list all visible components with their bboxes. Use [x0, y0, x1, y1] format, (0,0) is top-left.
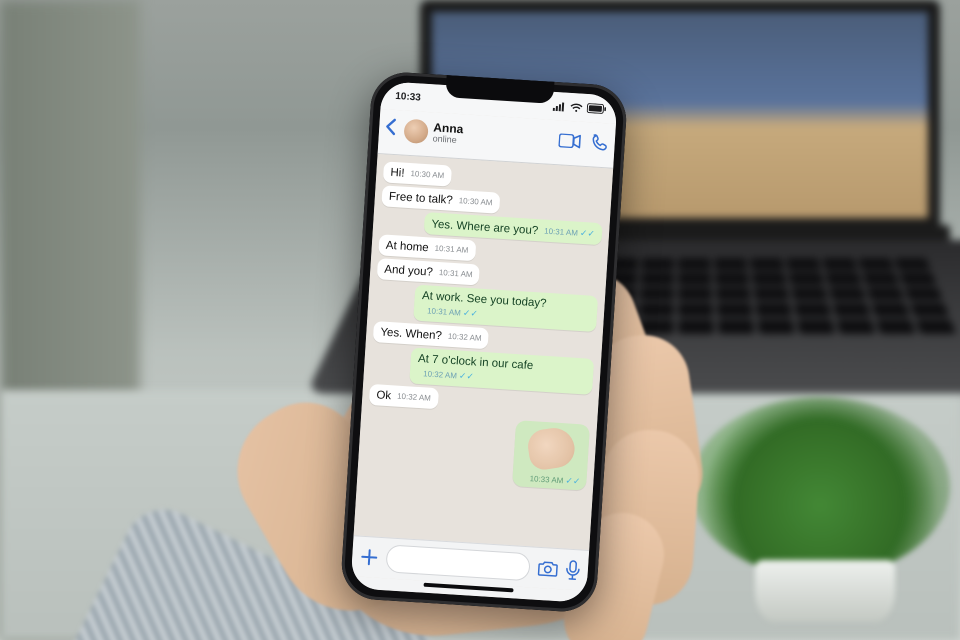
message-time: 10:31 AM	[434, 242, 469, 258]
chat-scroll-area[interactable]: Hi!10:30 AM Free to talk?10:30 AM Yes. W…	[354, 154, 614, 550]
message-time: 10:30 AM	[410, 167, 445, 183]
camera-button[interactable]	[537, 560, 558, 577]
cell-signal-icon	[553, 101, 567, 111]
battery-icon	[587, 103, 608, 114]
back-button[interactable]	[382, 117, 399, 142]
phone-screen: 10:33	[350, 81, 617, 603]
message-out[interactable]: 10:33 AM✓✓	[364, 411, 590, 491]
contact-avatar[interactable]	[403, 119, 428, 144]
message-time: 10:33 AM	[529, 474, 563, 485]
message-text: Free to talk?	[389, 191, 454, 207]
video-call-button[interactable]	[558, 133, 581, 148]
message-text: Hi!	[390, 167, 405, 180]
clap-sticker-icon	[526, 425, 577, 471]
message-text: Yes. When?	[380, 326, 442, 342]
message-text: At home	[385, 240, 428, 255]
contact-name-block[interactable]: Anna online	[432, 121, 554, 151]
message-text: And you?	[384, 264, 433, 279]
message-text: Ok	[376, 389, 391, 402]
message-input[interactable]	[385, 544, 530, 581]
message-time: 10:31 AM	[427, 306, 461, 317]
message-time: 10:32 AM	[397, 390, 432, 406]
message-time: 10:31 AM	[544, 227, 578, 238]
read-ticks-icon: ✓✓	[463, 308, 479, 319]
message-time: 10:30 AM	[458, 194, 493, 210]
read-ticks-icon: ✓✓	[459, 371, 475, 382]
photo-background: 10:33	[0, 0, 960, 640]
wifi-icon	[570, 102, 584, 112]
message-time: 10:31 AM	[438, 266, 473, 282]
read-ticks-icon: ✓✓	[565, 475, 581, 486]
message-text: Yes. Where are you?	[431, 218, 539, 237]
sticker-bubble: 10:33 AM✓✓	[512, 420, 590, 491]
microphone-button[interactable]	[565, 560, 580, 581]
attach-button[interactable]	[360, 548, 379, 567]
read-ticks-icon: ✓✓	[580, 228, 596, 239]
voice-call-button[interactable]	[590, 133, 609, 152]
message-time: 10:32 AM	[423, 369, 457, 380]
status-time: 10:33	[395, 90, 421, 103]
message-time: 10:32 AM	[447, 330, 482, 346]
smartphone: 10:33	[340, 70, 629, 613]
